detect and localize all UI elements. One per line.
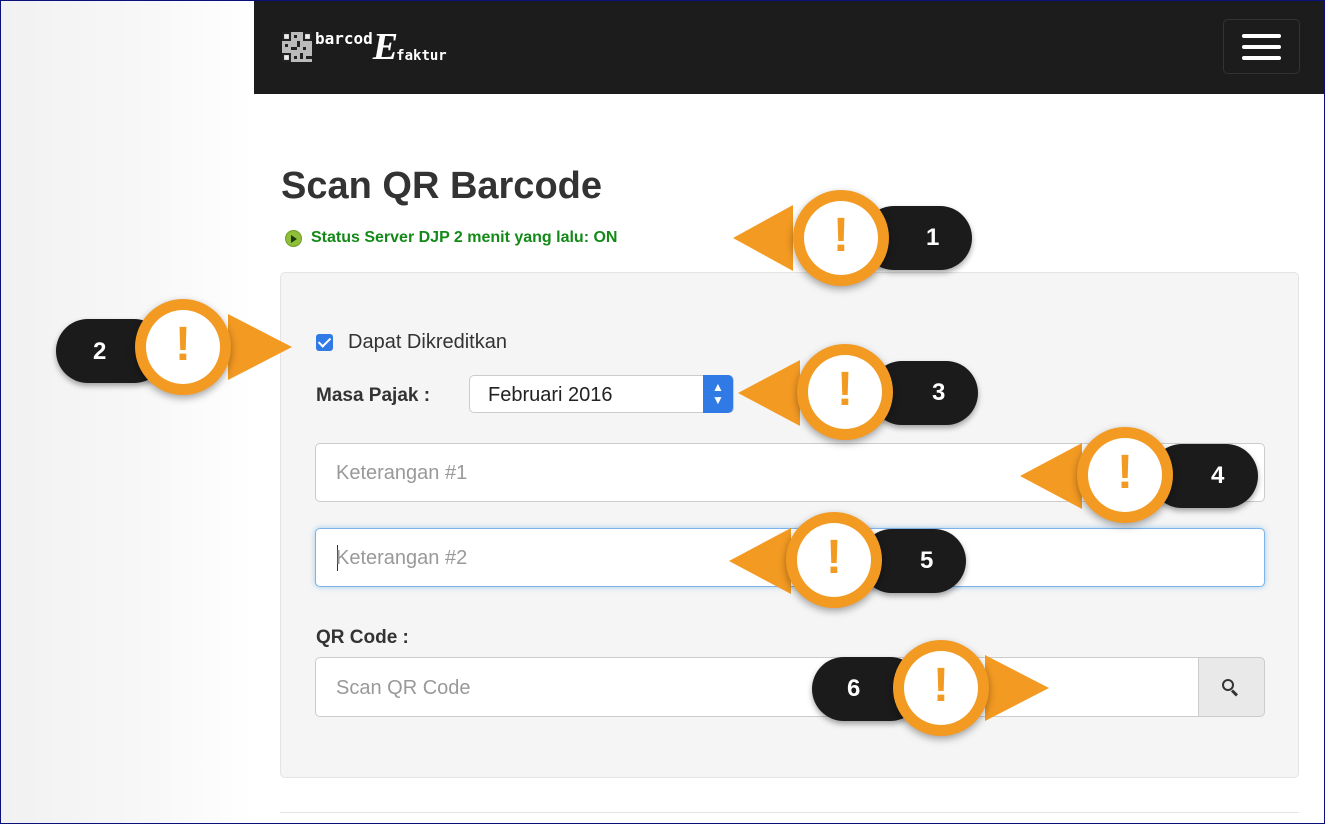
screenshot-frame [0, 0, 1325, 824]
